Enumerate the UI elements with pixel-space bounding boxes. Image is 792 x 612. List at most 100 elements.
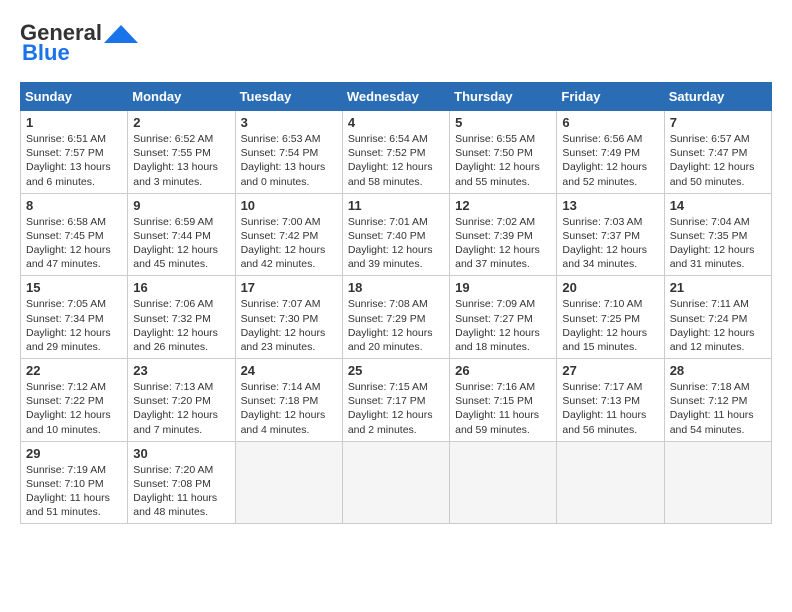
calendar-body: 1 Sunrise: 6:51 AMSunset: 7:57 PMDaylight… — [21, 111, 772, 524]
day-info: Sunrise: 7:12 AMSunset: 7:22 PMDaylight:… — [26, 380, 122, 437]
day-info: Sunrise: 7:04 AMSunset: 7:35 PMDaylight:… — [670, 215, 766, 272]
day-number: 24 — [241, 363, 337, 378]
day-number: 18 — [348, 280, 444, 295]
day-info: Sunrise: 7:13 AMSunset: 7:20 PMDaylight:… — [133, 380, 229, 437]
calendar-header-cell: Monday — [128, 83, 235, 111]
calendar-day-cell — [557, 441, 664, 524]
day-info: Sunrise: 6:51 AMSunset: 7:57 PMDaylight:… — [26, 132, 122, 189]
calendar-day-cell: 24 Sunrise: 7:14 AMSunset: 7:18 PMDayligh… — [235, 359, 342, 442]
calendar-table: SundayMondayTuesdayWednesdayThursdayFrid… — [20, 82, 772, 524]
calendar-header-cell: Wednesday — [342, 83, 449, 111]
calendar-day-cell: 19 Sunrise: 7:09 AMSunset: 7:27 PMDayligh… — [450, 276, 557, 359]
calendar-week-row: 22Sunrise: 7:12 AMSunset: 7:22 PMDayligh… — [21, 359, 772, 442]
day-number: 21 — [670, 280, 766, 295]
calendar-header-cell: Sunday — [21, 83, 128, 111]
calendar-day-cell: 7 Sunrise: 6:57 AMSunset: 7:47 PMDaylight… — [664, 111, 771, 194]
day-info: Sunrise: 7:00 AMSunset: 7:42 PMDaylight:… — [241, 215, 337, 272]
calendar-header-row: SundayMondayTuesdayWednesdayThursdayFrid… — [21, 83, 772, 111]
day-number: 3 — [241, 115, 337, 130]
day-info: Sunrise: 7:02 AMSunset: 7:39 PMDaylight:… — [455, 215, 551, 272]
calendar-day-cell: 27 Sunrise: 7:17 AMSunset: 7:13 PMDayligh… — [557, 359, 664, 442]
day-number: 2 — [133, 115, 229, 130]
day-number: 23 — [133, 363, 229, 378]
day-number: 28 — [670, 363, 766, 378]
day-info: Sunrise: 6:55 AMSunset: 7:50 PMDaylight:… — [455, 132, 551, 189]
calendar-day-cell: 21Sunrise: 7:11 AMSunset: 7:24 PMDayligh… — [664, 276, 771, 359]
day-info: Sunrise: 7:20 AMSunset: 7:08 PMDaylight:… — [133, 463, 229, 520]
day-info: Sunrise: 6:54 AMSunset: 7:52 PMDaylight:… — [348, 132, 444, 189]
calendar-day-cell: 23 Sunrise: 7:13 AMSunset: 7:20 PMDayligh… — [128, 359, 235, 442]
calendar-day-cell: 10 Sunrise: 7:00 AMSunset: 7:42 PMDayligh… — [235, 193, 342, 276]
day-number: 7 — [670, 115, 766, 130]
day-number: 12 — [455, 198, 551, 213]
calendar-day-cell: 13 Sunrise: 7:03 AMSunset: 7:37 PMDayligh… — [557, 193, 664, 276]
calendar-day-cell: 16 Sunrise: 7:06 AMSunset: 7:32 PMDayligh… — [128, 276, 235, 359]
day-info: Sunrise: 7:06 AMSunset: 7:32 PMDaylight:… — [133, 297, 229, 354]
day-info: Sunrise: 7:14 AMSunset: 7:18 PMDaylight:… — [241, 380, 337, 437]
calendar-day-cell: 1 Sunrise: 6:51 AMSunset: 7:57 PMDaylight… — [21, 111, 128, 194]
calendar-day-cell: 12 Sunrise: 7:02 AMSunset: 7:39 PMDayligh… — [450, 193, 557, 276]
day-info: Sunrise: 7:17 AMSunset: 7:13 PMDaylight:… — [562, 380, 658, 437]
day-info: Sunrise: 7:08 AMSunset: 7:29 PMDaylight:… — [348, 297, 444, 354]
day-number: 16 — [133, 280, 229, 295]
day-info: Sunrise: 6:53 AMSunset: 7:54 PMDaylight:… — [241, 132, 337, 189]
day-number: 29 — [26, 446, 122, 461]
page-header: General Blue — [20, 20, 772, 66]
calendar-day-cell — [235, 441, 342, 524]
day-number: 14 — [670, 198, 766, 213]
calendar-day-cell: 9 Sunrise: 6:59 AMSunset: 7:44 PMDaylight… — [128, 193, 235, 276]
day-info: Sunrise: 7:16 AMSunset: 7:15 PMDaylight:… — [455, 380, 551, 437]
day-info: Sunrise: 7:19 AMSunset: 7:10 PMDaylight:… — [26, 463, 122, 520]
calendar-day-cell: 25 Sunrise: 7:15 AMSunset: 7:17 PMDayligh… — [342, 359, 449, 442]
day-number: 5 — [455, 115, 551, 130]
day-info: Sunrise: 6:56 AMSunset: 7:49 PMDaylight:… — [562, 132, 658, 189]
calendar-day-cell: 8Sunrise: 6:58 AMSunset: 7:45 PMDaylight… — [21, 193, 128, 276]
calendar-day-cell: 5 Sunrise: 6:55 AMSunset: 7:50 PMDaylight… — [450, 111, 557, 194]
day-number: 11 — [348, 198, 444, 213]
day-info: Sunrise: 7:15 AMSunset: 7:17 PMDaylight:… — [348, 380, 444, 437]
day-info: Sunrise: 6:59 AMSunset: 7:44 PMDaylight:… — [133, 215, 229, 272]
day-number: 25 — [348, 363, 444, 378]
day-info: Sunrise: 7:09 AMSunset: 7:27 PMDaylight:… — [455, 297, 551, 354]
calendar-day-cell — [664, 441, 771, 524]
calendar-header-cell: Friday — [557, 83, 664, 111]
day-number: 1 — [26, 115, 122, 130]
day-info: Sunrise: 7:18 AMSunset: 7:12 PMDaylight:… — [670, 380, 766, 437]
calendar-week-row: 8Sunrise: 6:58 AMSunset: 7:45 PMDaylight… — [21, 193, 772, 276]
day-number: 15 — [26, 280, 122, 295]
day-number: 13 — [562, 198, 658, 213]
calendar-week-row: 1 Sunrise: 6:51 AMSunset: 7:57 PMDaylight… — [21, 111, 772, 194]
logo: General Blue — [20, 20, 138, 66]
day-number: 6 — [562, 115, 658, 130]
day-info: Sunrise: 7:10 AMSunset: 7:25 PMDaylight:… — [562, 297, 658, 354]
calendar-header-cell: Saturday — [664, 83, 771, 111]
day-number: 30 — [133, 446, 229, 461]
day-info: Sunrise: 6:57 AMSunset: 7:47 PMDaylight:… — [670, 132, 766, 189]
calendar-day-cell: 26 Sunrise: 7:16 AMSunset: 7:15 PMDayligh… — [450, 359, 557, 442]
logo-blue: Blue — [22, 40, 70, 66]
day-info: Sunrise: 6:52 AMSunset: 7:55 PMDaylight:… — [133, 132, 229, 189]
day-info: Sunrise: 7:05 AMSunset: 7:34 PMDaylight:… — [26, 297, 122, 354]
logo-icon — [104, 25, 138, 43]
calendar-day-cell: 11 Sunrise: 7:01 AMSunset: 7:40 PMDayligh… — [342, 193, 449, 276]
calendar-week-row: 15 Sunrise: 7:05 AMSunset: 7:34 PMDayligh… — [21, 276, 772, 359]
day-info: Sunrise: 7:01 AMSunset: 7:40 PMDaylight:… — [348, 215, 444, 272]
calendar-day-cell: 29 Sunrise: 7:19 AMSunset: 7:10 PMDayligh… — [21, 441, 128, 524]
day-number: 26 — [455, 363, 551, 378]
calendar-day-cell: 2 Sunrise: 6:52 AMSunset: 7:55 PMDaylight… — [128, 111, 235, 194]
calendar-day-cell: 14 Sunrise: 7:04 AMSunset: 7:35 PMDayligh… — [664, 193, 771, 276]
calendar-day-cell — [450, 441, 557, 524]
day-number: 8 — [26, 198, 122, 213]
calendar-day-cell: 30 Sunrise: 7:20 AMSunset: 7:08 PMDayligh… — [128, 441, 235, 524]
calendar-day-cell: 22Sunrise: 7:12 AMSunset: 7:22 PMDayligh… — [21, 359, 128, 442]
day-number: 19 — [455, 280, 551, 295]
day-number: 10 — [241, 198, 337, 213]
day-number: 27 — [562, 363, 658, 378]
calendar-day-cell: 3 Sunrise: 6:53 AMSunset: 7:54 PMDaylight… — [235, 111, 342, 194]
day-info: Sunrise: 7:07 AMSunset: 7:30 PMDaylight:… — [241, 297, 337, 354]
calendar-week-row: 29 Sunrise: 7:19 AMSunset: 7:10 PMDayligh… — [21, 441, 772, 524]
calendar-day-cell — [342, 441, 449, 524]
day-info: Sunrise: 7:03 AMSunset: 7:37 PMDaylight:… — [562, 215, 658, 272]
day-number: 9 — [133, 198, 229, 213]
calendar-day-cell: 18 Sunrise: 7:08 AMSunset: 7:29 PMDayligh… — [342, 276, 449, 359]
